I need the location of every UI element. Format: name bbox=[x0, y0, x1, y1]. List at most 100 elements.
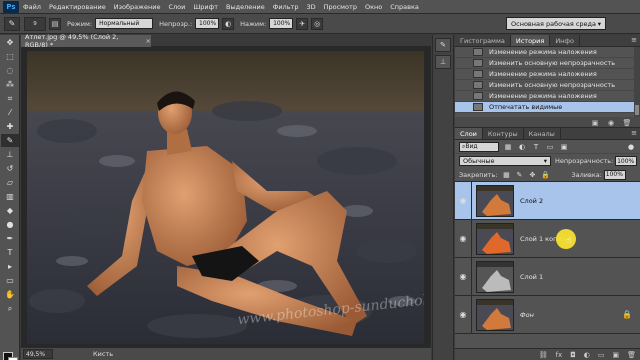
brush-tool-preset-icon[interactable]: ✎ bbox=[4, 16, 20, 31]
menu-filter[interactable]: Фильтр bbox=[269, 3, 303, 11]
brush-size-picker[interactable]: 9 bbox=[24, 16, 46, 31]
tab-info[interactable]: Инфо bbox=[550, 35, 580, 46]
history-item[interactable]: Изменить основную непрозрачность bbox=[455, 58, 640, 69]
flow-input[interactable]: 100% bbox=[269, 18, 294, 29]
tab-history[interactable]: История bbox=[510, 35, 551, 46]
layer-row[interactable]: ◉ Слой 2 bbox=[455, 181, 640, 220]
history-item-label: Отпечатать видимые bbox=[489, 103, 563, 111]
add-mask-icon[interactable]: ◘ bbox=[570, 351, 576, 359]
panel-menu-icon[interactable]: ≡ bbox=[631, 129, 637, 137]
history-item[interactable]: Изменить основную непрозрачность bbox=[455, 80, 640, 91]
trash-icon[interactable]: 🗑 bbox=[622, 118, 632, 127]
marquee-tool-icon[interactable]: ⬚ bbox=[1, 50, 19, 63]
mode-select[interactable]: Нормальный bbox=[95, 18, 154, 29]
history-scrollbar[interactable] bbox=[634, 47, 640, 117]
new-document-from-state-icon[interactable]: ▣ bbox=[590, 118, 600, 127]
blur-tool-icon[interactable]: ◆ bbox=[1, 204, 19, 217]
airbrush-icon[interactable]: ✈ bbox=[296, 17, 309, 30]
menu-image[interactable]: Изображение bbox=[110, 3, 165, 11]
path-selection-tool-icon[interactable]: ▸ bbox=[1, 260, 19, 273]
history-scroll-thumb[interactable] bbox=[635, 105, 639, 115]
menu-layers[interactable]: Слои bbox=[164, 3, 189, 11]
layer-row[interactable]: ◉ Слой 1 bbox=[455, 257, 640, 296]
workspace-select[interactable]: Основная рабочая среда ▾ bbox=[506, 17, 606, 30]
dodge-tool-icon[interactable]: ● bbox=[1, 218, 19, 231]
filter-shape-icon[interactable]: ▭ bbox=[545, 142, 555, 152]
tab-paths[interactable]: Контуры bbox=[483, 128, 524, 139]
menu-window[interactable]: Окно bbox=[361, 3, 386, 11]
move-tool-icon[interactable]: ✥ bbox=[1, 36, 19, 49]
color-swatches[interactable] bbox=[3, 352, 19, 360]
pressure-size-icon[interactable]: ◎ bbox=[311, 17, 324, 30]
menu-view[interactable]: Просмотр bbox=[320, 3, 361, 11]
layer-row[interactable]: ◉ Слой 1 копия bbox=[455, 219, 640, 258]
crop-tool-icon[interactable]: ⌗ bbox=[1, 92, 19, 105]
quick-select-tool-icon[interactable]: ⁂ bbox=[1, 78, 19, 91]
trash-icon[interactable]: 🗑 bbox=[627, 351, 636, 359]
filter-kind-value: Вид bbox=[465, 143, 478, 150]
menu-type[interactable]: Шрифт bbox=[189, 3, 222, 11]
eraser-tool-icon[interactable]: ▱ bbox=[1, 176, 19, 189]
filter-smart-object-icon[interactable]: ▣ bbox=[559, 142, 569, 152]
clone-source-icon[interactable]: ⊥ bbox=[435, 55, 451, 69]
history-item[interactable]: Изменение режима наложения bbox=[455, 91, 640, 102]
document-photo[interactable]: www.photoshop-sunduchok.ru bbox=[27, 51, 424, 344]
adjustment-layer-icon[interactable]: ◐ bbox=[584, 351, 590, 359]
blend-mode-select[interactable]: Обычные ▾ bbox=[459, 156, 551, 166]
tab-histogram[interactable]: Гистограмма bbox=[455, 35, 511, 46]
brush-presets-icon[interactable]: ✎ bbox=[435, 38, 451, 52]
lock-all-icon[interactable]: 🔒 bbox=[541, 171, 550, 179]
menu-file[interactable]: Файл bbox=[19, 3, 45, 11]
filter-adjustment-icon[interactable]: ◐ bbox=[517, 142, 527, 152]
snapshot-camera-icon[interactable]: ◉ bbox=[606, 118, 616, 127]
layer-opacity-input[interactable]: 100% bbox=[615, 156, 638, 166]
brush-tool-icon[interactable]: ✎ bbox=[1, 134, 19, 147]
visibility-eye-icon[interactable]: ◉ bbox=[457, 195, 469, 207]
visibility-eye-icon[interactable]: ◉ bbox=[457, 271, 469, 283]
pen-tool-icon[interactable]: ✒ bbox=[1, 232, 19, 245]
lasso-tool-icon[interactable]: ◌ bbox=[1, 64, 19, 77]
document-tab[interactable]: Атлет.jpg @ 49,5% (Слой 2, RGB/8) * × bbox=[21, 33, 151, 49]
history-brush-tool-icon[interactable]: ↺ bbox=[1, 162, 19, 175]
filter-type-icon[interactable]: T bbox=[531, 142, 541, 152]
filter-kind-select[interactable]: ⌕ Вид bbox=[459, 141, 499, 152]
new-layer-icon[interactable]: ▣ bbox=[612, 351, 619, 359]
tab-layers[interactable]: Слои bbox=[455, 128, 483, 139]
history-item-selected[interactable]: Отпечатать видимые bbox=[455, 102, 640, 113]
layer-row[interactable]: ◉ Фон 🔒 bbox=[455, 295, 640, 334]
brush-panel-toggle-icon[interactable]: ▤ bbox=[49, 17, 61, 30]
healing-brush-tool-icon[interactable]: ✚ bbox=[1, 120, 19, 133]
type-tool-icon[interactable]: T bbox=[1, 246, 19, 259]
link-layers-icon[interactable]: ⛓ bbox=[539, 351, 548, 359]
eyedropper-tool-icon[interactable]: ⁄ bbox=[1, 106, 19, 119]
menu-select[interactable]: Выделение bbox=[222, 3, 269, 11]
history-step-icon bbox=[473, 48, 483, 56]
history-item[interactable]: Изменение режима наложения bbox=[455, 69, 640, 80]
visibility-eye-icon[interactable]: ◉ bbox=[457, 309, 469, 321]
shape-tool-icon[interactable]: ▭ bbox=[1, 274, 19, 287]
new-group-folder-icon[interactable]: ▭ bbox=[598, 351, 605, 359]
menu-3d[interactable]: 3D bbox=[302, 3, 319, 11]
visibility-eye-icon[interactable]: ◉ bbox=[457, 233, 469, 245]
zoom-tool-icon[interactable]: ⌕ bbox=[1, 302, 19, 315]
panel-menu-icon[interactable]: ≡ bbox=[631, 36, 637, 44]
lock-transparent-icon[interactable]: ▦ bbox=[502, 171, 510, 179]
hand-tool-icon[interactable]: ✋ bbox=[1, 288, 19, 301]
lock-position-icon[interactable]: ✥ bbox=[528, 171, 536, 179]
gradient-tool-icon[interactable]: ▥ bbox=[1, 190, 19, 203]
lock-image-icon[interactable]: ✎ bbox=[515, 171, 523, 179]
tab-channels[interactable]: Каналы bbox=[524, 128, 561, 139]
pressure-opacity-icon[interactable]: ◐ bbox=[222, 17, 235, 30]
fill-input[interactable]: 100% bbox=[603, 169, 626, 180]
menu-edit[interactable]: Редактирование bbox=[45, 3, 110, 11]
opacity-input[interactable]: 100% bbox=[195, 18, 220, 29]
menu-help[interactable]: Справка bbox=[386, 3, 423, 11]
close-icon[interactable]: × bbox=[146, 37, 151, 45]
history-item[interactable]: Изменение режима наложения bbox=[455, 47, 640, 58]
canvas-area[interactable]: www.photoshop-sunduchok.ru bbox=[21, 47, 431, 347]
filter-pixel-icon[interactable]: ▦ bbox=[503, 142, 513, 152]
clone-stamp-tool-icon[interactable]: ⊥ bbox=[1, 148, 19, 161]
layer-style-fx-icon[interactable]: fx bbox=[556, 351, 563, 359]
filter-toggle-icon[interactable]: ● bbox=[626, 142, 636, 152]
zoom-field[interactable]: 49,5% bbox=[23, 349, 53, 359]
